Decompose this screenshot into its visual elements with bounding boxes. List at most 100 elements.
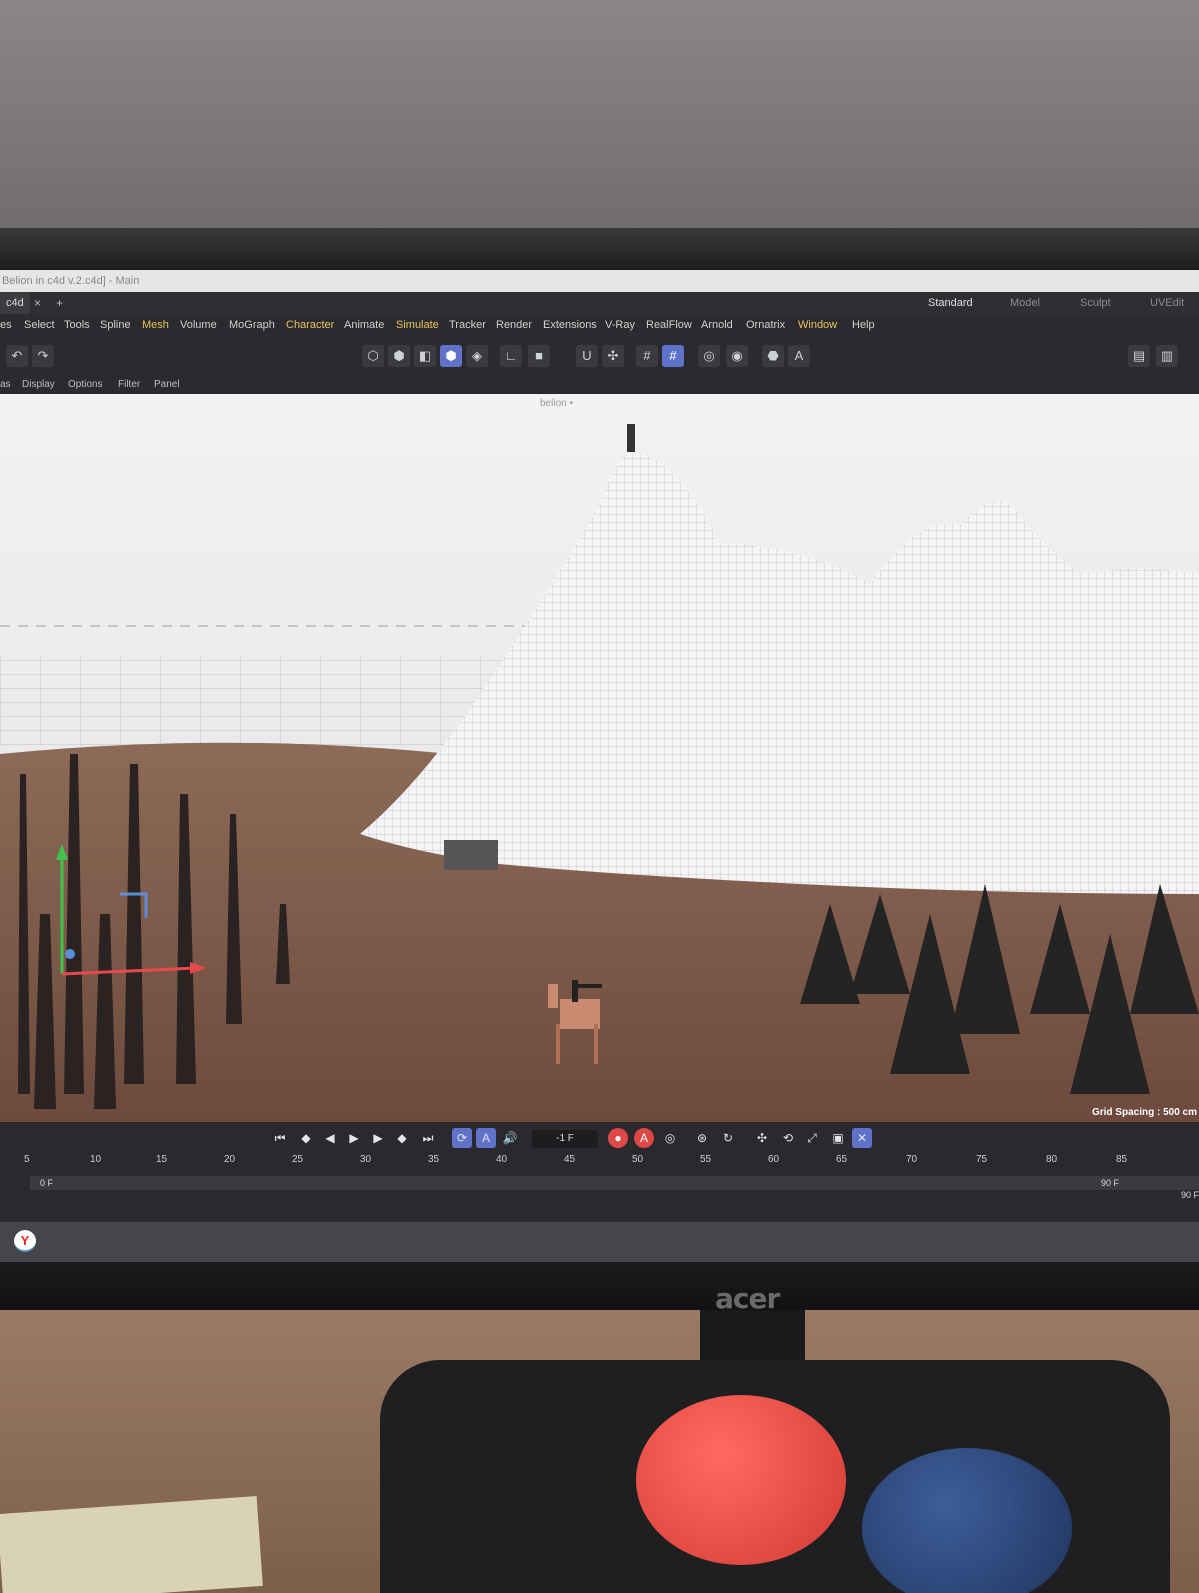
axis-icon[interactable]: ✣ xyxy=(602,345,624,367)
redo-icon[interactable]: ↷ xyxy=(32,345,54,367)
next-key-icon[interactable]: ◆ xyxy=(392,1128,412,1148)
menu-item-render[interactable]: Render xyxy=(496,314,532,336)
main-toolbar: ↶ ↷ ⬡ ⬢ ◧ ⬢ ◈ ∟ ■ U ✣ # # ◎ ◉ ⬣ A ▤ ▥ xyxy=(0,336,1199,376)
menu-item-tracker[interactable]: Tracker xyxy=(449,314,486,336)
os-taskbar: Y xyxy=(0,1222,1199,1262)
go-to-end-icon[interactable]: ⏭ xyxy=(418,1128,438,1148)
menu-item-ornatrix[interactable]: Ornatrix xyxy=(746,314,785,336)
clapboard-icon[interactable]: ▤ xyxy=(1128,345,1150,367)
tower-model xyxy=(627,424,635,452)
ruler-tick: 30 xyxy=(360,1154,372,1165)
menu-item-help[interactable]: Help xyxy=(852,314,875,336)
document-tabbar: c4d × + Standard Model Sculpt UVEdit xyxy=(0,292,1199,316)
previous-key-icon[interactable]: ◆ xyxy=(296,1128,316,1148)
render-to-picture-viewer-icon[interactable]: ▥ xyxy=(1156,345,1178,367)
viewport-menu-display[interactable]: Display xyxy=(22,376,55,394)
ruler-tick: 5 xyxy=(24,1154,30,1165)
menu-item-es[interactable]: es xyxy=(0,314,12,336)
monitor-screen: Belion in c4d v.2.c4d] - Main c4d × + St… xyxy=(0,270,1199,1262)
position-track-icon[interactable]: ✣ xyxy=(752,1128,772,1148)
key-selection-icon[interactable]: ◎ xyxy=(660,1128,680,1148)
vray-icon[interactable]: ⬣ xyxy=(762,345,784,367)
ruler-tick: 80 xyxy=(1046,1154,1058,1165)
menu-item-mograph[interactable]: MoGraph xyxy=(229,314,275,336)
render-settings-icon[interactable]: ◉ xyxy=(726,345,748,367)
cube-icon[interactable]: ⬢ xyxy=(388,345,410,367)
close-icon[interactable]: × xyxy=(34,292,41,314)
loop-icon[interactable]: ⟳ xyxy=(452,1128,472,1148)
snap-grid-icon[interactable]: # xyxy=(636,345,658,367)
ruler-tick: 45 xyxy=(564,1154,576,1165)
menu-item-select[interactable]: Select xyxy=(24,314,55,336)
range-end: 90 F xyxy=(1100,1178,1119,1188)
undo-icon[interactable]: ↶ xyxy=(6,345,28,367)
menu-item-arnold[interactable]: Arnold xyxy=(701,314,733,336)
monitor-bezel-top xyxy=(0,228,1199,272)
viewport-menu-options[interactable]: Options xyxy=(68,376,102,394)
menu-item-character[interactable]: Character xyxy=(286,314,334,336)
red-earbuds-case xyxy=(636,1395,846,1565)
viewport-menubar: as Display Options Filter Panel xyxy=(0,376,1199,394)
menu-item-animate[interactable]: Animate xyxy=(344,314,384,336)
document-tab[interactable]: c4d xyxy=(0,292,30,314)
render-view-icon[interactable]: ◎ xyxy=(698,345,720,367)
generator-icon[interactable]: ◈ xyxy=(466,345,488,367)
camera-label: belion • xyxy=(540,398,573,409)
timeline-ruler[interactable]: 5 10 15 20 25 30 35 40 45 50 55 60 65 70… xyxy=(0,1152,1199,1176)
magnet-icon[interactable]: U xyxy=(576,345,598,367)
ruler-tick: 15 xyxy=(156,1154,168,1165)
deformer-icon[interactable]: ∟ xyxy=(500,345,522,367)
preview-range-bar[interactable]: 0 F 90 F xyxy=(30,1176,1199,1190)
polygon-cube-icon[interactable]: ⬢ xyxy=(440,345,462,367)
menu-item-spline[interactable]: Spline xyxy=(100,314,131,336)
rotation-track-icon[interactable]: ⟲ xyxy=(778,1128,798,1148)
menu-item-tools[interactable]: Tools xyxy=(64,314,90,336)
menu-item-volume[interactable]: Volume xyxy=(180,314,217,336)
keyframe-icon[interactable]: ⊛ xyxy=(692,1128,712,1148)
layout-tab-model[interactable]: Model xyxy=(1010,292,1040,314)
menu-item-extensions[interactable]: Extensions xyxy=(543,314,597,336)
spline-object-icon[interactable]: ◧ xyxy=(414,345,436,367)
scale-track-icon[interactable]: ⤢ xyxy=(802,1128,822,1148)
null-object-icon[interactable]: ⬡ xyxy=(362,345,384,367)
scale-key-icon[interactable]: ↻ xyxy=(718,1128,738,1148)
menu-item-simulate[interactable]: Simulate xyxy=(396,314,439,336)
range-end-total: 90 F xyxy=(1180,1190,1199,1200)
layout-tab-uvedit[interactable]: UVEdit xyxy=(1150,292,1184,314)
layout-tab-standard[interactable]: Standard xyxy=(928,292,973,316)
add-tab-icon[interactable]: + xyxy=(56,292,63,314)
paper-note xyxy=(0,1496,263,1593)
timeline-panel: ⏮ ◆ ◀ ▶ ▶ ◆ ⏭ ⟳ A 🔊 -1 F ● A ◎ ⊛ ↻ ✣ ⟲ ⤢… xyxy=(0,1122,1199,1222)
next-frame-icon[interactable]: ▶ xyxy=(368,1128,388,1148)
play-icon[interactable]: ▶ xyxy=(344,1128,364,1148)
auto-key-icon[interactable]: A xyxy=(634,1128,654,1148)
field-icon[interactable]: ■ xyxy=(528,345,550,367)
viewport-menu-panel[interactable]: Panel xyxy=(154,376,180,394)
viewport-menu-as[interactable]: as xyxy=(0,376,11,394)
menu-item-mesh[interactable]: Mesh xyxy=(142,314,169,336)
main-menubar: es Select Tools Spline Mesh Volume MoGra… xyxy=(0,314,1199,336)
menu-item-realflow[interactable]: RealFlow xyxy=(646,314,692,336)
3d-viewport[interactable]: belion • Grid Spacing : 500 cm xyxy=(0,394,1199,1122)
grid-spacing-label: Grid Spacing : 500 cm xyxy=(1091,1107,1197,1118)
menu-item-vray[interactable]: V-Ray xyxy=(605,314,635,336)
viewport-menu-filter[interactable]: Filter xyxy=(118,376,140,394)
previous-frame-icon[interactable]: ◀ xyxy=(320,1128,340,1148)
yandex-browser-icon[interactable]: Y xyxy=(14,1230,36,1252)
layout-tab-sculpt[interactable]: Sculpt xyxy=(1080,292,1111,314)
playback-rate-icon[interactable]: A xyxy=(476,1128,496,1148)
ruler-tick: 75 xyxy=(976,1154,988,1165)
parameter-track-icon[interactable]: ▣ xyxy=(828,1128,848,1148)
record-icon[interactable]: ● xyxy=(608,1128,628,1148)
ruler-tick: 85 xyxy=(1116,1154,1128,1165)
snap-enabled-icon[interactable]: # xyxy=(662,345,684,367)
ruler-tick: 40 xyxy=(496,1154,508,1165)
go-to-start-icon[interactable]: ⏮ xyxy=(270,1128,290,1148)
ruler-tick: 50 xyxy=(632,1154,644,1165)
ruler-tick: 55 xyxy=(700,1154,712,1165)
current-frame-field[interactable]: -1 F xyxy=(532,1130,598,1148)
arnold-icon[interactable]: A xyxy=(788,345,810,367)
menu-item-window[interactable]: Window xyxy=(798,314,837,336)
point-level-icon[interactable]: ✕ xyxy=(852,1128,872,1148)
sound-icon[interactable]: 🔊 xyxy=(500,1128,520,1148)
